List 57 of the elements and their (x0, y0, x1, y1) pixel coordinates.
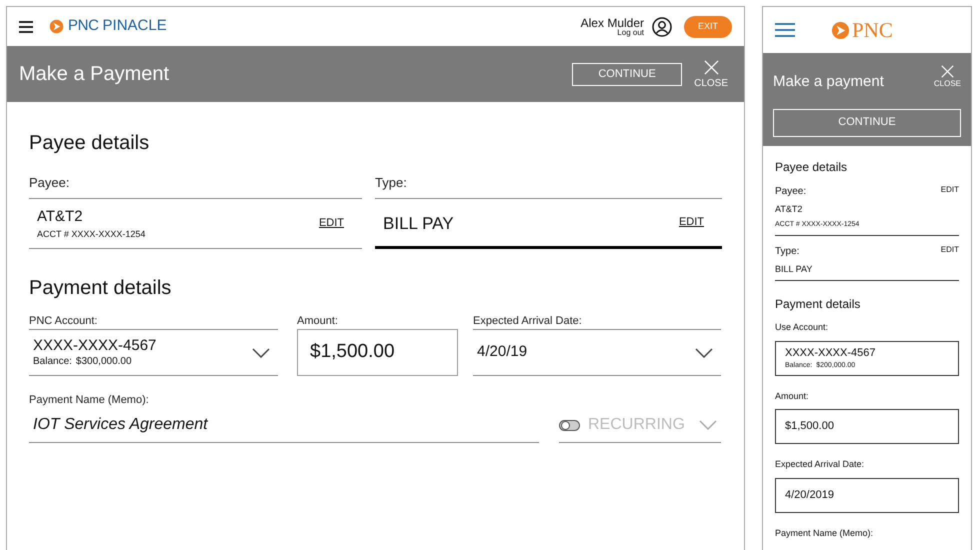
field-label: Expected Arrival Date: (775, 458, 866, 471)
close-icon (704, 60, 719, 74)
field-label: Payment Name (Memo): (29, 393, 150, 408)
menu-icon[interactable] (19, 20, 33, 32)
edit-link[interactable]: EDIT (940, 244, 959, 258)
dropdown-field[interactable]: 4/20/19 (473, 329, 721, 376)
field-value: XXXX-XXXX-4567 (33, 336, 156, 356)
memo-field[interactable]: IOT Services Agreement (29, 408, 539, 442)
edit-link[interactable]: EDIT (940, 184, 959, 198)
continue-button[interactable]: CONTINUE (773, 108, 961, 136)
edit-link[interactable]: EDIT (318, 215, 344, 232)
chevron-icon (699, 420, 717, 430)
balance-value: $300,000.00 (76, 356, 132, 368)
logo-icon (831, 20, 850, 40)
edit-link[interactable]: EDIT (678, 214, 704, 231)
logout-link[interactable]: Log out (617, 28, 644, 36)
field-value: 4/20/19 (477, 343, 528, 362)
continue-button[interactable]: CONTINUE (572, 62, 682, 86)
field-label: Amount: (775, 390, 810, 402)
dropdown-field[interactable]: XXXX-XXXX-4567 Balance: $300,000.00 (29, 329, 278, 376)
user-icon[interactable] (652, 16, 672, 36)
section-heading: Payment details (775, 296, 862, 313)
close-button[interactable]: CLOSE (694, 60, 728, 88)
field-detail: ACCT # XXXX-XXXX-1254 (37, 228, 146, 241)
section-heading: Payee details (775, 158, 848, 176)
field-label: Expected Arrival Date: (473, 314, 583, 329)
field-value: BILL PAY (383, 212, 454, 235)
field-label: Payee: (775, 184, 806, 198)
recurring-toggle[interactable] (559, 420, 580, 430)
field-label: Amount: (297, 314, 339, 329)
close-button[interactable]: CLOSE (934, 65, 961, 88)
field-label: PNC Account: (29, 314, 98, 329)
amount-field[interactable]: $1,500.00 (297, 329, 458, 376)
recurring-label: RECURRING (588, 415, 685, 435)
brand-name: PNC (852, 20, 893, 40)
chevron-icon (695, 348, 713, 358)
section-heading: Payment details (29, 276, 172, 301)
product-name: PINACLE (102, 16, 167, 36)
balance-label: Balance: (33, 356, 72, 368)
field-label: Type: (375, 174, 408, 192)
page-title: Make a Payment (19, 62, 170, 87)
brand-name: PNC (68, 16, 99, 36)
close-icon (940, 65, 954, 78)
field-value: AT&T2 (775, 202, 804, 216)
section-heading: Payee details (29, 131, 150, 156)
field-value: BILL PAY (775, 262, 814, 276)
chevron-icon (252, 348, 270, 358)
field-label: Type: (775, 244, 800, 258)
logo-icon (49, 19, 64, 34)
field-label: Use Account: (775, 321, 830, 334)
field-label: Payment Name (Memo): (775, 526, 874, 540)
user-name: Alex Mulder (580, 16, 644, 28)
field-label: Payee: (29, 174, 70, 192)
input-field[interactable]: $1,500.00 (775, 409, 959, 444)
input-field[interactable]: 4/20/2019 (775, 478, 959, 512)
page-title: Make a payment (773, 72, 884, 92)
field-value: AT&T2 (37, 206, 84, 226)
